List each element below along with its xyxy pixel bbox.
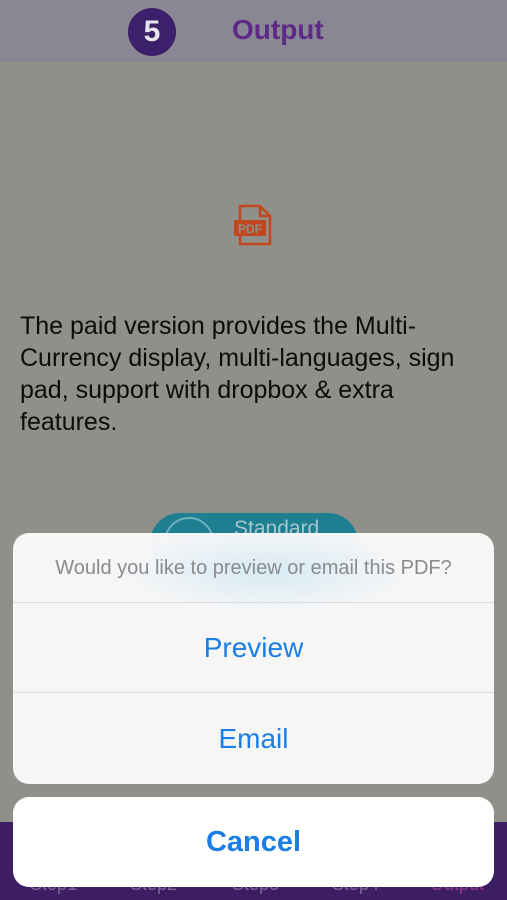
- preview-button[interactable]: Preview: [13, 603, 494, 693]
- header-bar: 5 Output: [0, 0, 507, 62]
- page-title: Output: [232, 14, 324, 45]
- cancel-button[interactable]: Cancel: [13, 797, 494, 887]
- action-sheet: Would you like to preview or email this …: [13, 533, 494, 784]
- paid-version-description: The paid version provides the Multi-Curr…: [20, 312, 455, 436]
- step-number-badge: 5: [128, 8, 176, 56]
- email-button[interactable]: Email: [13, 694, 494, 784]
- pdf-icon-label: PDF: [238, 222, 262, 236]
- pdf-file-icon: PDF: [232, 204, 274, 246]
- action-sheet-message: Would you like to preview or email this …: [13, 533, 494, 603]
